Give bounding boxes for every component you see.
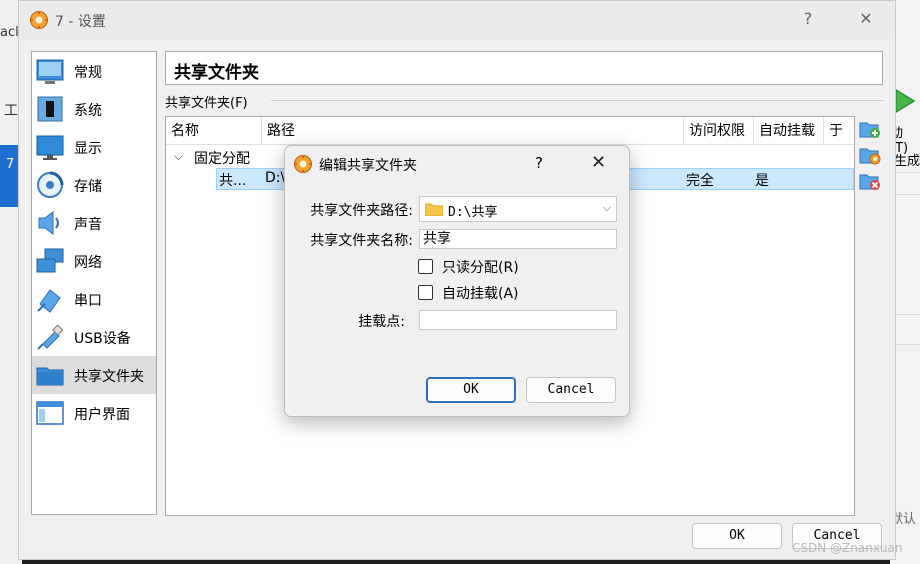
dialog-help-button[interactable]: ? (535, 154, 543, 172)
nav-item-system[interactable]: 系统 (32, 90, 156, 128)
folder-path-label: 共享文件夹路径: (310, 203, 413, 219)
close-button[interactable]: ✕ (851, 9, 881, 28)
audio-speaker-icon (38, 211, 59, 235)
folder-path-value: D:\共享 (448, 205, 498, 220)
chevron-down-icon[interactable]: ⌵ (174, 149, 183, 164)
window-title: 7 - 设置 (55, 14, 106, 30)
watermark: CSDN @Znanxuan (792, 541, 903, 555)
checkbox-box[interactable] (418, 259, 433, 274)
display-monitor-icon (36, 135, 64, 160)
dialog-ok-button[interactable]: OK (426, 377, 516, 403)
page-title-box: 共享文件夹 (165, 51, 883, 85)
add-folder-icon[interactable] (859, 118, 881, 140)
storage-disk-icon (37, 171, 64, 198)
user-interface-icon (36, 401, 64, 425)
background-selected-vm[interactable]: 7 (0, 145, 20, 207)
folder-icon (425, 203, 443, 216)
cell-access: 完全 (686, 173, 714, 189)
help-button[interactable]: ? (793, 9, 823, 28)
virtualbox-gear-icon (294, 155, 312, 173)
network-icon (36, 248, 64, 273)
cell-name: 共... (219, 173, 247, 189)
shared-folder-icon (36, 367, 64, 386)
ok-button[interactable]: OK (692, 523, 782, 549)
folder-name-field[interactable]: 共享 (419, 229, 617, 249)
nav-item-usb[interactable]: USB设备 (32, 318, 156, 356)
checkbox-box[interactable] (418, 285, 433, 300)
virtualbox-gear-icon (30, 11, 48, 29)
mount-point-label: 挂载点: (358, 314, 405, 330)
cell-path: D:\ (265, 170, 286, 186)
nav-item-storage[interactable]: 存储 (32, 166, 156, 204)
nav-item-audio[interactable]: 声音 (32, 204, 156, 242)
general-icon (36, 59, 64, 84)
folder-path-combobox[interactable]: D:\共享 ⌵ (419, 196, 617, 222)
shared-folders-group-label: 共享文件夹(F) (165, 96, 248, 111)
readonly-checkbox-label[interactable]: 只读分配(R) (442, 257, 519, 277)
divider (271, 100, 883, 101)
start-arrow-icon[interactable] (894, 84, 918, 118)
cell-automount: 是 (755, 173, 769, 189)
folder-name-label: 共享文件夹名称: (310, 233, 413, 249)
nav-item-general[interactable]: 常规 (32, 52, 156, 90)
serial-port-icon (37, 289, 61, 313)
edit-shared-folder-dialog: 编辑共享文件夹 ? ✕ 共享文件夹路径: D:\共享 ⌵ 共享文件夹名称: 共享… (284, 145, 630, 417)
nav-item-user-interface[interactable]: 用户界面 (32, 394, 156, 432)
dialog-title: 编辑共享文件夹 (319, 158, 417, 174)
system-chip-icon (37, 96, 63, 122)
remove-folder-icon[interactable] (859, 170, 881, 192)
chevron-down-icon[interactable]: ⌵ (603, 201, 611, 215)
page-title: 共享文件夹 (174, 63, 259, 83)
automount-checkbox-label[interactable]: 自动挂载(A) (442, 283, 519, 303)
nav-item-shared-folders[interactable]: 共享文件夹 (32, 356, 156, 394)
nav-item-display[interactable]: 显示 (32, 128, 156, 166)
column-header-automount[interactable]: 自动挂载 (754, 117, 824, 145)
column-header-path[interactable]: 路径 (262, 117, 684, 145)
column-header-at[interactable]: 于 (824, 117, 854, 145)
mount-point-field[interactable] (419, 310, 617, 330)
background-text: 生成 (894, 154, 920, 169)
table-header: 名称 路径 访问权限 自动挂载 于 (166, 117, 854, 145)
settings-nav-list: 常规 系统 显示 存储 声音 网络 串口 USB设备 共享文件夹 用户界面 (31, 51, 157, 515)
column-header-access[interactable]: 访问权限 (684, 117, 754, 145)
nav-item-serial[interactable]: 串口 (32, 280, 156, 318)
dialog-cancel-button[interactable]: Cancel (526, 377, 616, 403)
dialog-close-button[interactable]: ✕ (591, 152, 606, 173)
usb-icon (37, 324, 64, 350)
background-text: 工 (4, 103, 18, 119)
edit-folder-icon[interactable] (859, 144, 881, 166)
column-header-name[interactable]: 名称 (166, 117, 262, 145)
group-label: 固定分配 (194, 151, 250, 167)
title-bar[interactable]: 7 - 设置 ? ✕ (19, 1, 895, 39)
nav-item-network[interactable]: 网络 (32, 242, 156, 280)
